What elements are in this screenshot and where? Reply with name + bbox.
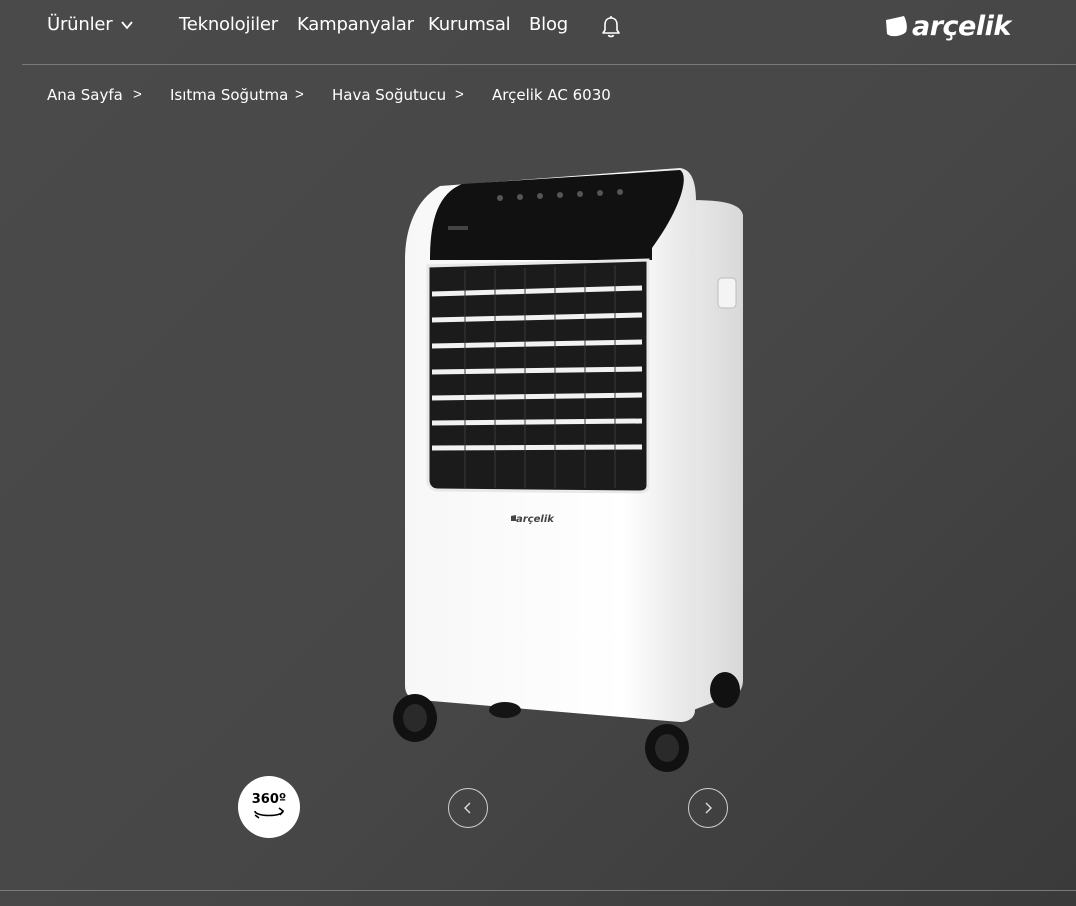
nav-blog[interactable]: Blog (529, 14, 568, 35)
rotate-icon (254, 807, 285, 819)
product-image: arçelik (393, 168, 743, 772)
breadcrumb-separator: > (295, 86, 304, 103)
breadcrumb-heating-cooling[interactable]: Isıtma Soğutma (170, 86, 288, 104)
breadcrumb-separator: > (455, 86, 464, 103)
nav-campaigns[interactable]: Kampanyalar (297, 14, 414, 35)
bell-icon[interactable] (600, 15, 622, 39)
gallery-prev-button[interactable] (448, 788, 488, 828)
nav-technologies[interactable]: Teknolojiler (179, 14, 278, 35)
view-360-button[interactable]: 360º (238, 776, 300, 838)
breadcrumb-air-cooler[interactable]: Hava Soğutucu (332, 86, 446, 104)
top-navigation: Ürünler Teknolojiler Kampanyalar Kurumsa… (0, 0, 1076, 64)
product-brand-mark: arçelik (516, 514, 555, 525)
header-divider (22, 64, 1076, 65)
gallery-next-button[interactable] (688, 788, 728, 828)
chevron-down-icon[interactable] (120, 18, 134, 32)
view-360-label: 360º (251, 792, 287, 807)
nav-corporate[interactable]: Kurumsal (428, 14, 511, 35)
chevron-left-icon (464, 802, 471, 814)
footer-divider (0, 890, 1076, 891)
breadcrumb-separator: > (133, 86, 142, 103)
breadcrumb-home[interactable]: Ana Sayfa (47, 86, 123, 104)
nav-products[interactable]: Ürünler (47, 14, 113, 35)
logo-mark-icon (886, 16, 907, 37)
chevron-right-icon (705, 802, 712, 814)
brand-logo[interactable]: arçelik (884, 8, 1011, 44)
logo-text: arçelik (912, 10, 1011, 42)
breadcrumb-current-product: Arçelik AC 6030 (492, 86, 611, 104)
